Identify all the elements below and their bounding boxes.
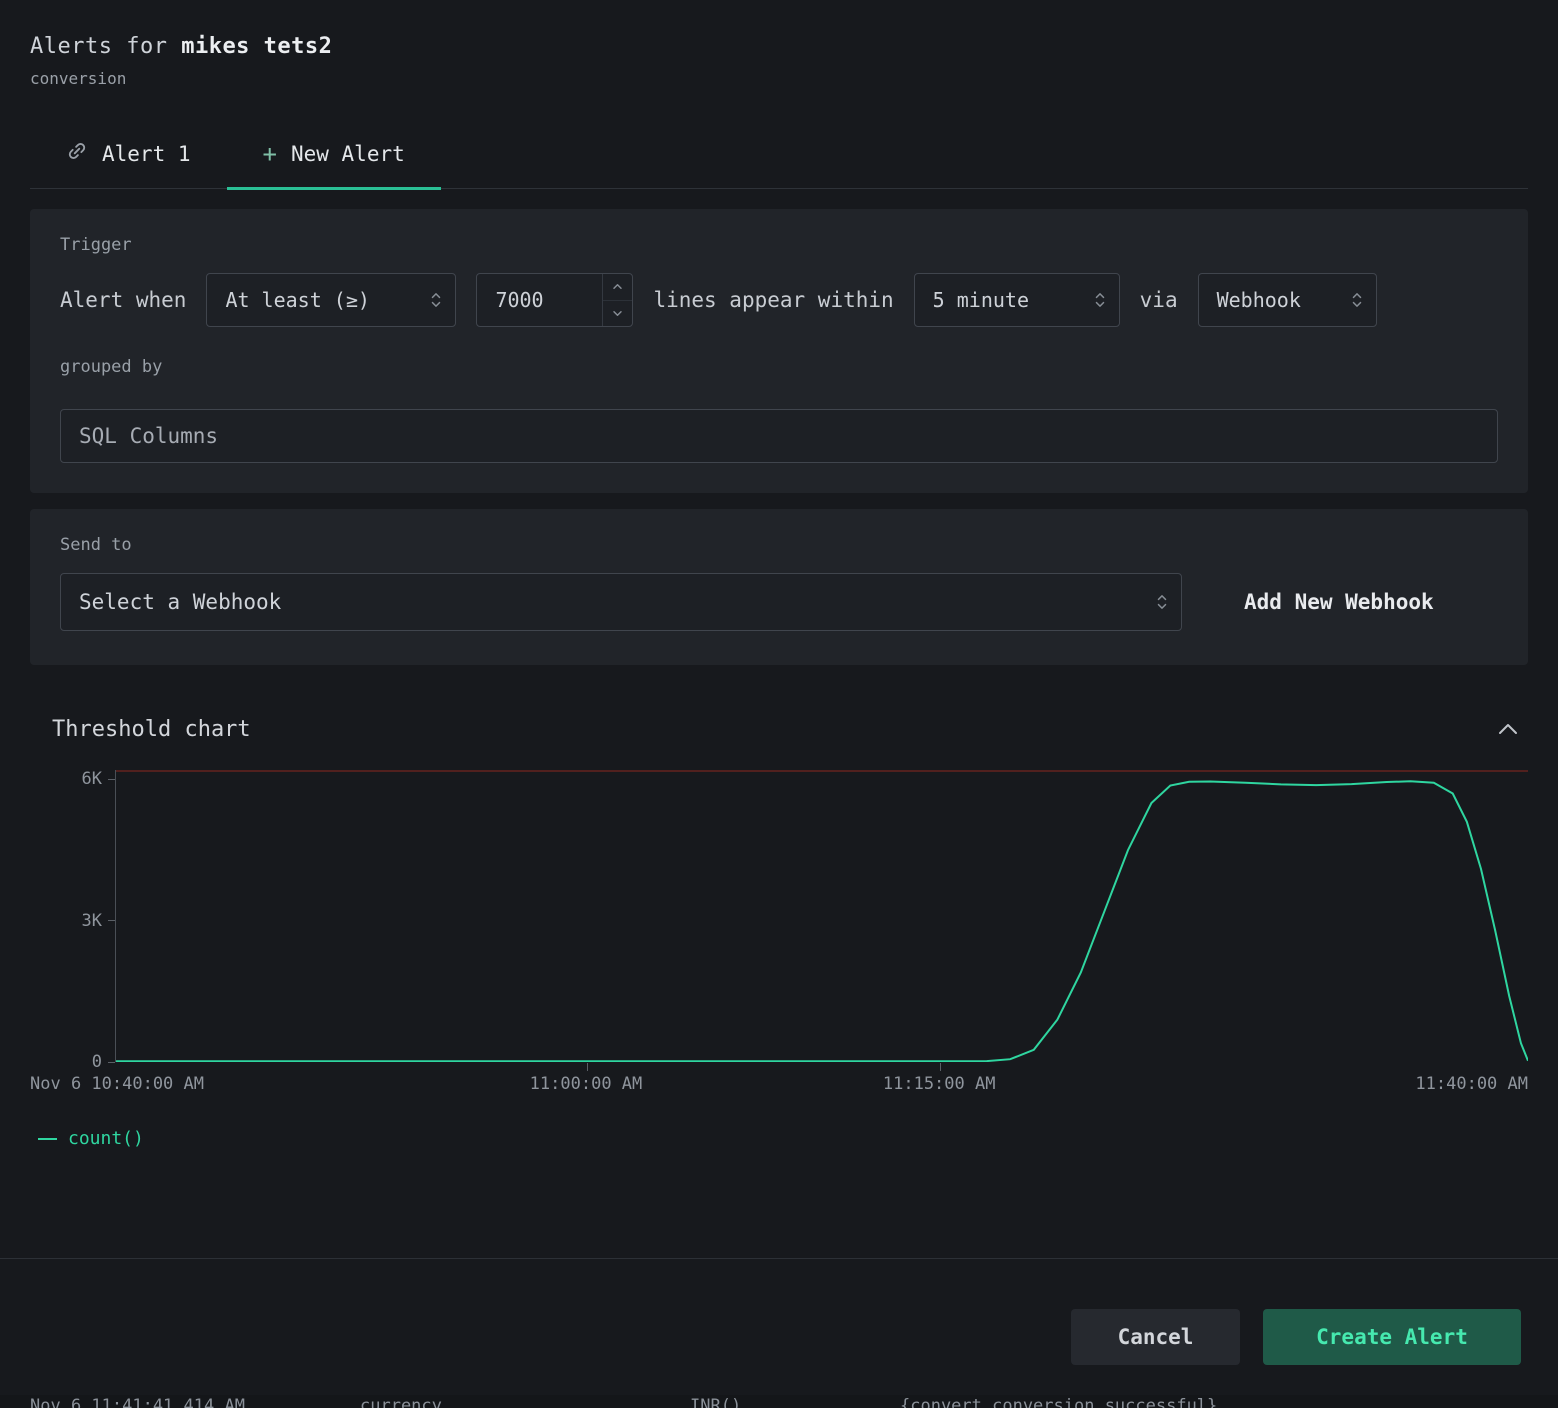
trigger-section: Trigger Alert when At least (≥) 7000 li bbox=[30, 209, 1528, 493]
step-down-button[interactable] bbox=[603, 301, 632, 327]
background-log-row: Nov 6 11:41:41.414 AM currency INR() {co… bbox=[0, 1395, 1558, 1408]
count-line-chart bbox=[116, 770, 1528, 1062]
x-axis-labels: Nov 6 10:40:00 AM 11:00:00 AM 11:15:00 A… bbox=[30, 1074, 1528, 1100]
trigger-controls-row: Alert when At least (≥) 7000 lines appea… bbox=[60, 273, 1498, 327]
x-tick-label: Nov 6 10:40:00 AM bbox=[30, 1074, 204, 1094]
log-fragment: {convert conversion successful} bbox=[900, 1396, 1217, 1408]
legend-line-swatch bbox=[38, 1138, 57, 1140]
y-tick-0: 0 bbox=[92, 1052, 115, 1072]
page-subtitle: conversion bbox=[30, 69, 1528, 88]
chart-grid: 6K 3K 0 bbox=[30, 770, 1528, 1062]
send-to-label: Send to bbox=[60, 535, 1498, 555]
create-alert-button[interactable]: Create Alert bbox=[1263, 1309, 1521, 1365]
lines-appear-label: lines appear within bbox=[653, 288, 893, 312]
x-tick-label: 11:15:00 AM bbox=[883, 1074, 996, 1094]
updown-chevron-icon bbox=[1093, 290, 1107, 310]
x-tick-mark bbox=[587, 1063, 588, 1071]
threshold-chart: 6K 3K 0 Nov 6 10:40:00 AM 11:00:00 AM 11… bbox=[30, 770, 1528, 1149]
threshold-line bbox=[116, 770, 1528, 772]
condition-select[interactable]: At least (≥) bbox=[206, 273, 456, 327]
tab-alert-1-label: Alert 1 bbox=[102, 142, 191, 166]
time-window-value: 5 minute bbox=[933, 288, 1029, 312]
add-new-webhook-button[interactable]: Add New Webhook bbox=[1244, 590, 1434, 614]
chart-plot bbox=[115, 770, 1528, 1062]
time-window-select[interactable]: 5 minute bbox=[914, 273, 1120, 327]
y-axis: 6K 3K 0 bbox=[30, 770, 115, 1062]
footer: Cancel Create Alert bbox=[0, 1258, 1558, 1365]
header: Alerts for mikes tets2 conversion bbox=[0, 0, 1558, 88]
send-to-section: Send to Select a Webhook Add New Webhook bbox=[30, 509, 1528, 665]
channel-select[interactable]: Webhook bbox=[1198, 273, 1377, 327]
alert-tabs: Alert 1 + New Alert bbox=[30, 128, 1528, 189]
log-fragment: Nov 6 11:41:41.414 AM bbox=[30, 1396, 245, 1408]
updown-chevron-icon bbox=[1350, 290, 1364, 310]
y-tick-mark bbox=[108, 920, 115, 921]
webhook-select-value: Select a Webhook bbox=[79, 590, 281, 614]
log-fragment: currency bbox=[360, 1396, 442, 1408]
grouped-by-label: grouped by bbox=[60, 357, 1498, 377]
y-tick-6k: 6K bbox=[82, 769, 115, 789]
tab-new-alert-label: New Alert bbox=[291, 142, 405, 166]
chart-title: Threshold chart bbox=[52, 717, 251, 742]
chart-legend: count() bbox=[38, 1128, 1528, 1149]
sql-columns-input[interactable] bbox=[60, 409, 1498, 463]
updown-chevron-icon bbox=[1155, 592, 1169, 612]
plus-icon: + bbox=[263, 142, 277, 166]
threshold-stepper bbox=[602, 274, 632, 326]
x-tick-label: 11:40:00 AM bbox=[1415, 1074, 1528, 1094]
footer-buttons: Cancel Create Alert bbox=[0, 1259, 1558, 1365]
y-tick-3k: 3K bbox=[82, 911, 115, 931]
page-title: Alerts for mikes tets2 bbox=[30, 34, 1528, 59]
y-tick-mark bbox=[108, 779, 115, 780]
condition-select-value: At least (≥) bbox=[225, 288, 370, 312]
link-icon bbox=[66, 140, 88, 167]
page-title-name: mikes tets2 bbox=[181, 34, 332, 59]
send-to-row: Select a Webhook Add New Webhook bbox=[60, 573, 1498, 631]
alert-modal: { "header": { "title_prefix": "Alerts fo… bbox=[0, 0, 1558, 1408]
tab-alert-1[interactable]: Alert 1 bbox=[30, 128, 227, 190]
channel-select-value: Webhook bbox=[1217, 288, 1301, 312]
trigger-label: Trigger bbox=[60, 235, 1498, 255]
y-tick-mark bbox=[108, 1062, 115, 1063]
collapse-chart-button[interactable] bbox=[1498, 720, 1518, 739]
alert-when-label: Alert when bbox=[60, 288, 186, 312]
x-tick-label: 11:00:00 AM bbox=[530, 1074, 643, 1094]
webhook-select[interactable]: Select a Webhook bbox=[60, 573, 1182, 631]
page-title-prefix: Alerts for bbox=[30, 34, 181, 59]
tab-new-alert[interactable]: + New Alert bbox=[227, 128, 441, 190]
log-fragment: INR() bbox=[690, 1396, 741, 1408]
chart-header: Threshold chart bbox=[52, 717, 1518, 742]
cancel-button[interactable]: Cancel bbox=[1071, 1309, 1240, 1365]
updown-chevron-icon bbox=[429, 290, 443, 310]
chevron-up-icon bbox=[1498, 720, 1518, 739]
threshold-value: 7000 bbox=[477, 274, 602, 326]
legend-series-name: count() bbox=[68, 1128, 144, 1149]
step-up-button[interactable] bbox=[603, 274, 632, 301]
via-label: via bbox=[1140, 288, 1178, 312]
x-tick-mark bbox=[940, 1063, 941, 1071]
threshold-input[interactable]: 7000 bbox=[476, 273, 633, 327]
